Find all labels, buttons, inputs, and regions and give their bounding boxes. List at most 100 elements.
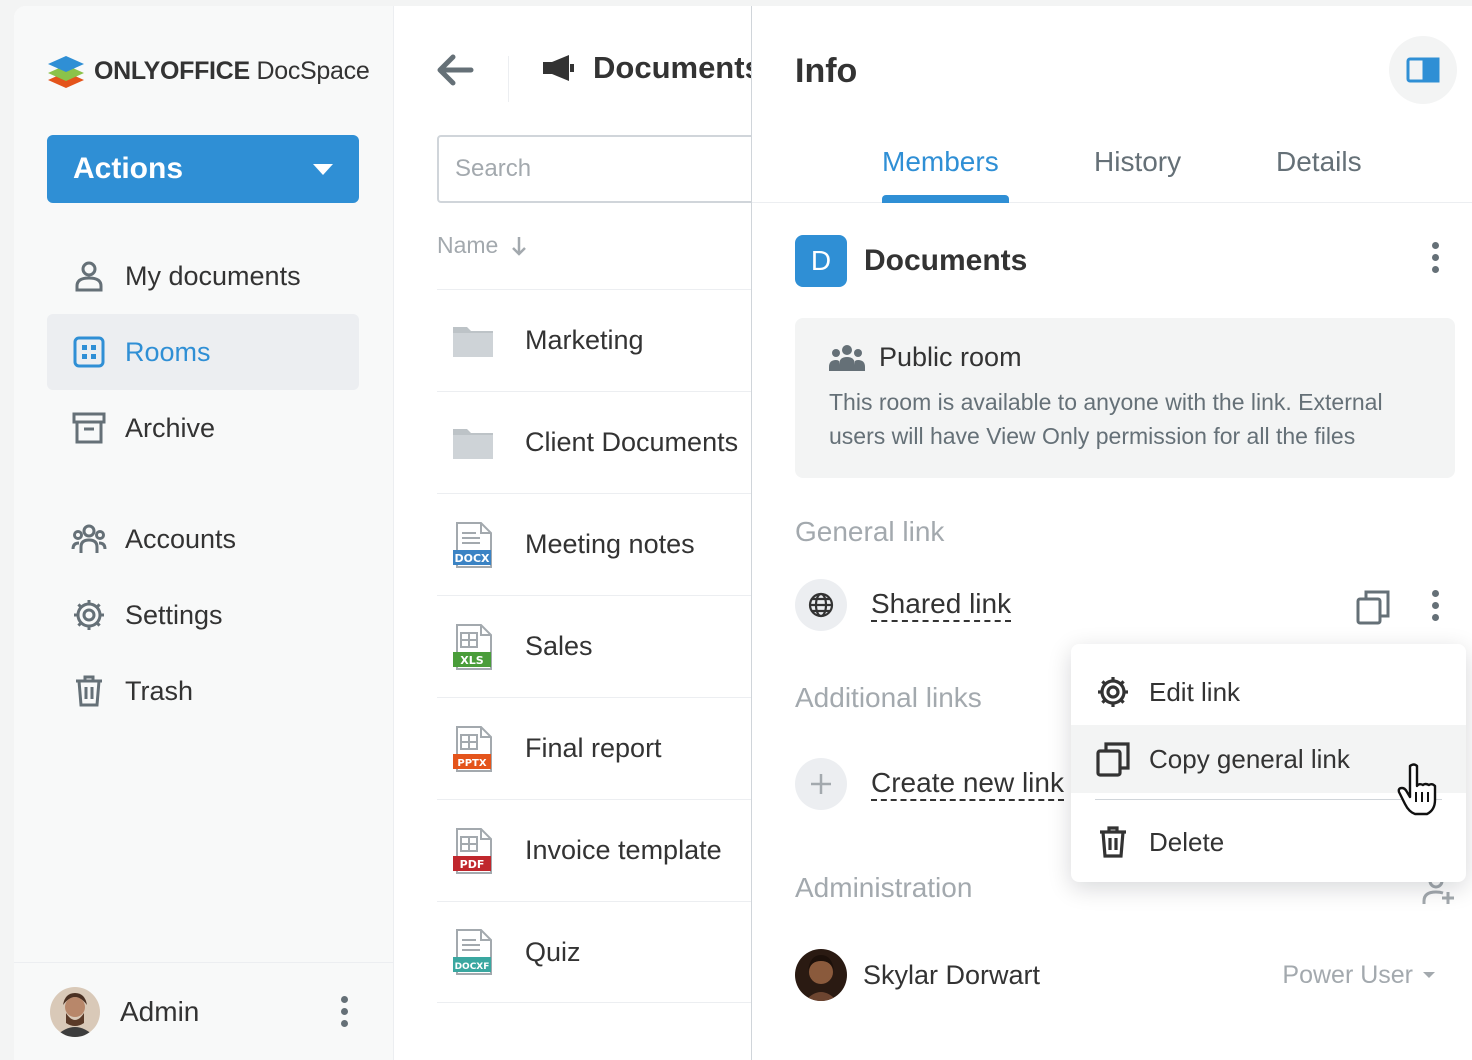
- docx-file-icon: DOCX: [453, 521, 492, 568]
- additional-links-label: Additional links: [795, 682, 982, 713]
- sidebar-item-trash[interactable]: Trash: [47, 653, 359, 729]
- tab-details[interactable]: Details: [1276, 146, 1362, 178]
- file-type-label: XLS: [460, 654, 483, 667]
- megaphone-icon: [543, 55, 574, 81]
- rooms-icon: [73, 336, 105, 368]
- room-header: D Documents: [795, 235, 1027, 287]
- folder-icon: [453, 428, 493, 459]
- file-row-client-documents[interactable]: Client Documents: [437, 391, 751, 493]
- file-row-marketing[interactable]: Marketing: [437, 289, 751, 391]
- sidebar: ONLYOFFICE DocSpace Actions My documents…: [14, 6, 394, 1060]
- user-name: Admin: [120, 995, 200, 1027]
- info-tabs: Members History Details: [752, 146, 1472, 203]
- public-room-title: Public room: [879, 342, 1022, 372]
- file-name: Final report: [525, 733, 662, 763]
- sidebar-item-accounts[interactable]: Accounts: [47, 501, 359, 577]
- plus-icon: [795, 758, 847, 810]
- file-type-label: DOCX: [454, 552, 490, 565]
- create-new-link[interactable]: Create new link: [871, 767, 1064, 801]
- sort-by-name[interactable]: Name: [437, 232, 528, 259]
- member-name: Skylar Dorwart: [863, 959, 1041, 990]
- onlyoffice-logo-icon: [48, 56, 84, 88]
- person-icon: [75, 261, 103, 292]
- file-name: Marketing: [525, 325, 644, 355]
- member-row[interactable]: Skylar Dorwart Power User: [795, 949, 1455, 1001]
- gear-icon: [74, 600, 104, 630]
- sort-down-arrow-icon: [512, 236, 527, 256]
- gear-icon: [1098, 677, 1128, 707]
- file-name: Sales: [525, 631, 593, 661]
- logo-product: DocSpace: [256, 56, 370, 85]
- file-row-final-report[interactable]: PPTX Final report: [437, 697, 751, 799]
- avatar: [795, 949, 847, 1001]
- file-row-meeting-notes[interactable]: DOCX Meeting notes: [437, 493, 751, 595]
- file-name: Invoice template: [525, 835, 722, 865]
- general-link-label: General link: [795, 516, 945, 547]
- user-footer: Admin: [14, 962, 394, 1060]
- back-arrow-icon[interactable]: [435, 52, 475, 88]
- public-room-description: This room is available to anyone with th…: [829, 389, 1383, 449]
- member-role-select[interactable]: Power User: [1282, 961, 1435, 990]
- shared-link-kebab-icon[interactable]: [1432, 590, 1439, 621]
- room-title-text: Documents: [593, 50, 751, 85]
- menu-item-delete[interactable]: Delete: [1071, 808, 1466, 876]
- group-icon: [829, 344, 865, 371]
- copy-icon: [1096, 742, 1130, 777]
- tab-history[interactable]: History: [1094, 146, 1181, 178]
- create-link-row[interactable]: Create new link: [795, 758, 1064, 810]
- user-menu-kebab-icon[interactable]: [341, 996, 348, 1027]
- room-name: Documents: [864, 244, 1028, 277]
- sidebar-item-label: Accounts: [125, 523, 237, 554]
- menu-item-label: Edit link: [1149, 676, 1241, 707]
- shared-link[interactable]: Shared link: [871, 588, 1012, 622]
- info-panel: Info Members History Details D Documents…: [751, 6, 1472, 1060]
- active-tab-indicator: [882, 195, 1009, 203]
- copy-icon[interactable]: [1355, 588, 1391, 626]
- file-type-label: DOCXF: [455, 962, 490, 972]
- sidebar-item-label: Settings: [125, 599, 223, 630]
- sidebar-item-rooms[interactable]: Rooms: [47, 314, 359, 390]
- header-divider: [508, 56, 509, 102]
- room-title: Documents: [541, 50, 751, 86]
- file-name: Client Documents: [525, 427, 739, 457]
- caret-down-icon: [313, 163, 333, 175]
- app-logo[interactable]: ONLYOFFICE DocSpace: [46, 52, 370, 90]
- file-row-quiz[interactable]: DOCXF Quiz: [437, 901, 751, 1003]
- avatar[interactable]: [50, 986, 100, 1037]
- sidebar-panel-icon: [1406, 57, 1440, 83]
- info-panel-title: Info: [795, 52, 858, 90]
- member-role-label: Power User: [1282, 960, 1413, 989]
- sidebar-item-label: Rooms: [125, 336, 211, 367]
- accounts-icon: [71, 524, 107, 553]
- app-window: ONLYOFFICE DocSpace Actions My documents…: [14, 6, 1472, 1060]
- file-name: Quiz: [525, 936, 581, 967]
- caret-down-icon: [1423, 972, 1435, 978]
- tab-members[interactable]: Members: [882, 146, 999, 178]
- sidebar-item-settings[interactable]: Settings: [47, 577, 359, 653]
- search-placeholder: Search: [455, 155, 532, 182]
- menu-item-label: Copy general link: [1149, 743, 1350, 774]
- menu-item-label: Delete: [1149, 826, 1225, 857]
- room-badge: D: [795, 235, 847, 287]
- sidebar-item-label: Archive: [125, 412, 216, 443]
- sidebar-item-archive[interactable]: Archive: [47, 390, 359, 466]
- sidebar-item-my-documents[interactable]: My documents: [47, 238, 359, 314]
- file-type-label: PDF: [460, 858, 485, 871]
- search-input[interactable]: Search: [437, 135, 751, 203]
- sort-label: Name: [437, 232, 499, 258]
- menu-divider: [1095, 799, 1442, 800]
- room-options-kebab-icon[interactable]: [1432, 242, 1439, 273]
- actions-button[interactable]: Actions: [47, 135, 359, 203]
- hand-pointer-cursor-icon: [1397, 763, 1437, 816]
- file-row-invoice-template[interactable]: PDF Invoice template: [437, 799, 751, 901]
- docxf-file-icon: DOCXF: [453, 929, 492, 975]
- panel-toggle-button[interactable]: [1389, 36, 1457, 104]
- trash-icon: [76, 675, 102, 707]
- public-room-notice: Public room This room is available to an…: [795, 318, 1455, 478]
- menu-item-edit-link[interactable]: Edit link: [1071, 658, 1466, 726]
- file-row-sales[interactable]: XLS Sales: [437, 595, 751, 697]
- logo-brand: ONLYOFFICE: [94, 56, 250, 85]
- pdf-file-icon: PDF: [453, 827, 492, 874]
- pptx-file-icon: PPTX: [453, 725, 492, 772]
- file-list-pane: Documents Search Name Marketing Client D…: [395, 6, 751, 1060]
